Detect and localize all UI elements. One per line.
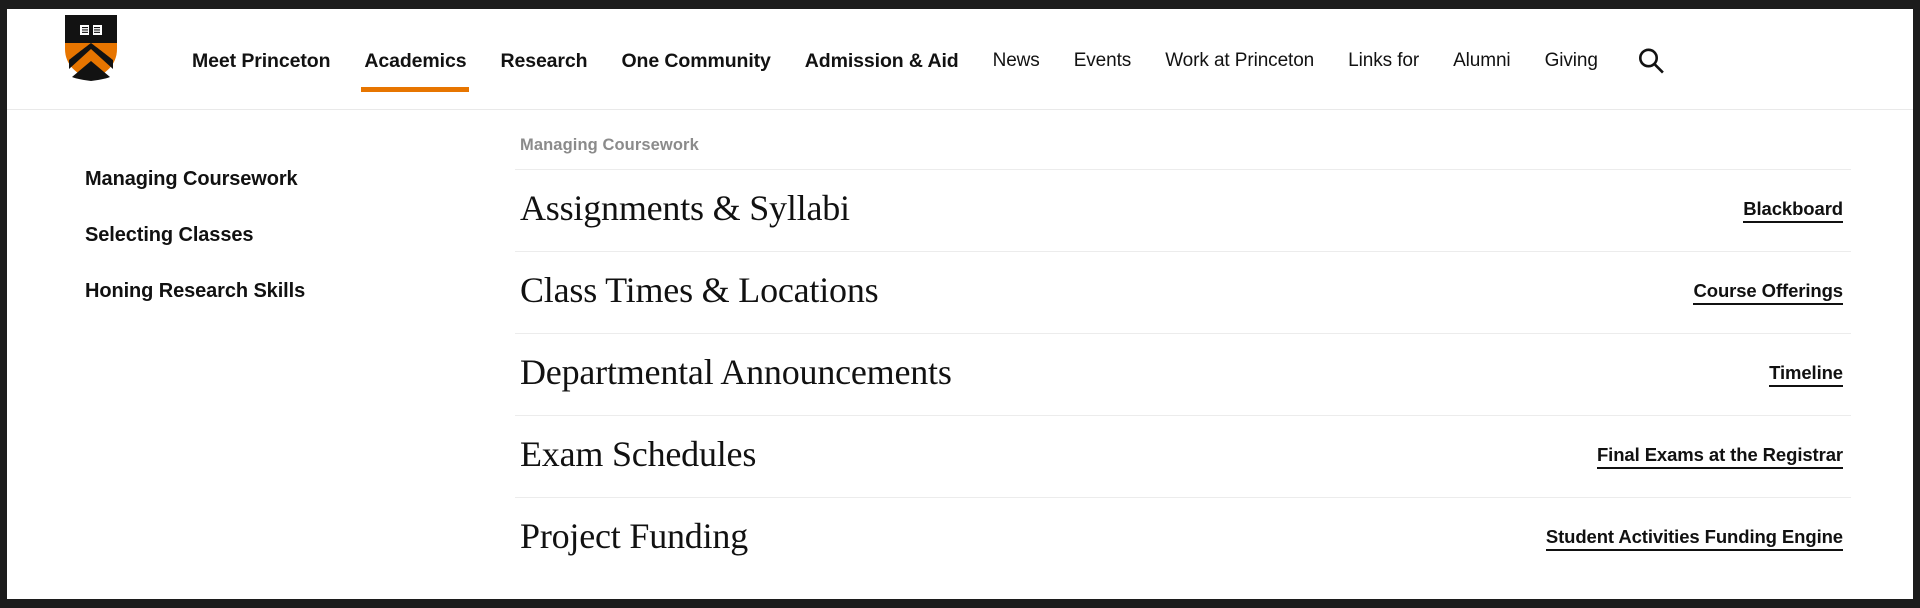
- table-row: Departmental Announcements Timeline: [515, 333, 1851, 415]
- nav-label: Academics: [364, 49, 467, 72]
- nav-item-work-at-princeton[interactable]: Work at Princeton: [1148, 11, 1331, 111]
- row-title: Class Times & Locations: [520, 270, 879, 310]
- row-link[interactable]: Course Offerings: [1693, 269, 1843, 306]
- table-row: Assignments & Syllabi Blackboard: [515, 169, 1851, 251]
- nav-item-events[interactable]: Events: [1057, 11, 1149, 111]
- section-sidebar: Managing Coursework Selecting Classes Ho…: [7, 110, 515, 599]
- row-link-label: Course Offerings: [1693, 280, 1843, 305]
- nav-label: Alumni: [1453, 50, 1511, 71]
- nav-item-giving[interactable]: Giving: [1528, 11, 1615, 111]
- table-row: Project Funding Student Activities Fundi…: [515, 497, 1851, 579]
- princeton-shield-logo: [65, 15, 117, 81]
- sidebar-item-label: Managing Coursework: [85, 167, 298, 190]
- row-link[interactable]: Final Exams at the Registrar: [1596, 433, 1843, 470]
- row-link[interactable]: Timeline: [1769, 351, 1843, 388]
- row-link[interactable]: Blackboard: [1743, 187, 1843, 224]
- nav-label: Giving: [1544, 50, 1598, 71]
- row-title: Departmental Announcements: [520, 352, 952, 392]
- section-title: Managing Coursework: [520, 136, 699, 154]
- nav-label: Meet Princeton: [192, 49, 331, 72]
- sidebar-item-honing-research-skills[interactable]: Honing Research Skills: [7, 263, 515, 319]
- nav-item-alumni[interactable]: Alumni: [1436, 11, 1527, 111]
- row-title: Assignments & Syllabi: [520, 188, 850, 228]
- table-row: Exam Schedules Final Exams at the Regist…: [515, 415, 1851, 497]
- nav-item-links-for[interactable]: Links for: [1331, 11, 1436, 111]
- sidebar-item-label: Honing Research Skills: [85, 279, 306, 302]
- row-title: Exam Schedules: [520, 434, 757, 474]
- nav-item-research[interactable]: Research: [483, 11, 604, 111]
- sidebar-item-managing-coursework[interactable]: Managing Coursework: [7, 151, 515, 207]
- table-row: Class Times & Locations Course Offerings: [515, 251, 1851, 333]
- nav-label: Links for: [1348, 50, 1420, 71]
- nav-label: Work at Princeton: [1165, 50, 1315, 71]
- row-link-label: Blackboard: [1743, 198, 1843, 223]
- nav-item-meet-princeton[interactable]: Meet Princeton: [175, 11, 347, 111]
- row-link-label: Student Activities Funding Engine: [1545, 526, 1843, 551]
- nav-item-one-community[interactable]: One Community: [604, 11, 787, 111]
- nav-label: News: [992, 50, 1040, 71]
- search-button[interactable]: [1615, 11, 1689, 111]
- nav-label: Research: [500, 49, 588, 72]
- nav-label: Admission & Aid: [804, 49, 959, 72]
- site-header: Meet Princeton Academics Research One Co…: [7, 9, 1913, 110]
- nav-item-admission-aid[interactable]: Admission & Aid: [788, 11, 976, 111]
- row-title: Project Funding: [520, 516, 748, 556]
- row-link-label: Timeline: [1769, 362, 1843, 387]
- main-content: Managing Coursework Assignments & Syllab…: [515, 110, 1913, 599]
- nav-label: Events: [1073, 50, 1132, 71]
- nav-label: One Community: [621, 49, 771, 72]
- sidebar-item-label: Selecting Classes: [85, 223, 254, 246]
- row-link-label: Final Exams at the Registrar: [1596, 444, 1843, 469]
- page-body: Managing Coursework Selecting Classes Ho…: [7, 110, 1913, 599]
- primary-navigation: Meet Princeton Academics Research One Co…: [175, 9, 1913, 109]
- logo-link[interactable]: [7, 9, 175, 81]
- resource-list: Assignments & Syllabi Blackboard Class T…: [515, 169, 1851, 579]
- row-link[interactable]: Student Activities Funding Engine: [1545, 515, 1843, 552]
- browser-viewport: Meet Princeton Academics Research One Co…: [0, 0, 1920, 608]
- nav-item-academics[interactable]: Academics: [347, 11, 483, 111]
- search-icon: [1638, 48, 1664, 74]
- nav-item-news[interactable]: News: [976, 11, 1057, 111]
- sidebar-item-selecting-classes[interactable]: Selecting Classes: [7, 207, 515, 263]
